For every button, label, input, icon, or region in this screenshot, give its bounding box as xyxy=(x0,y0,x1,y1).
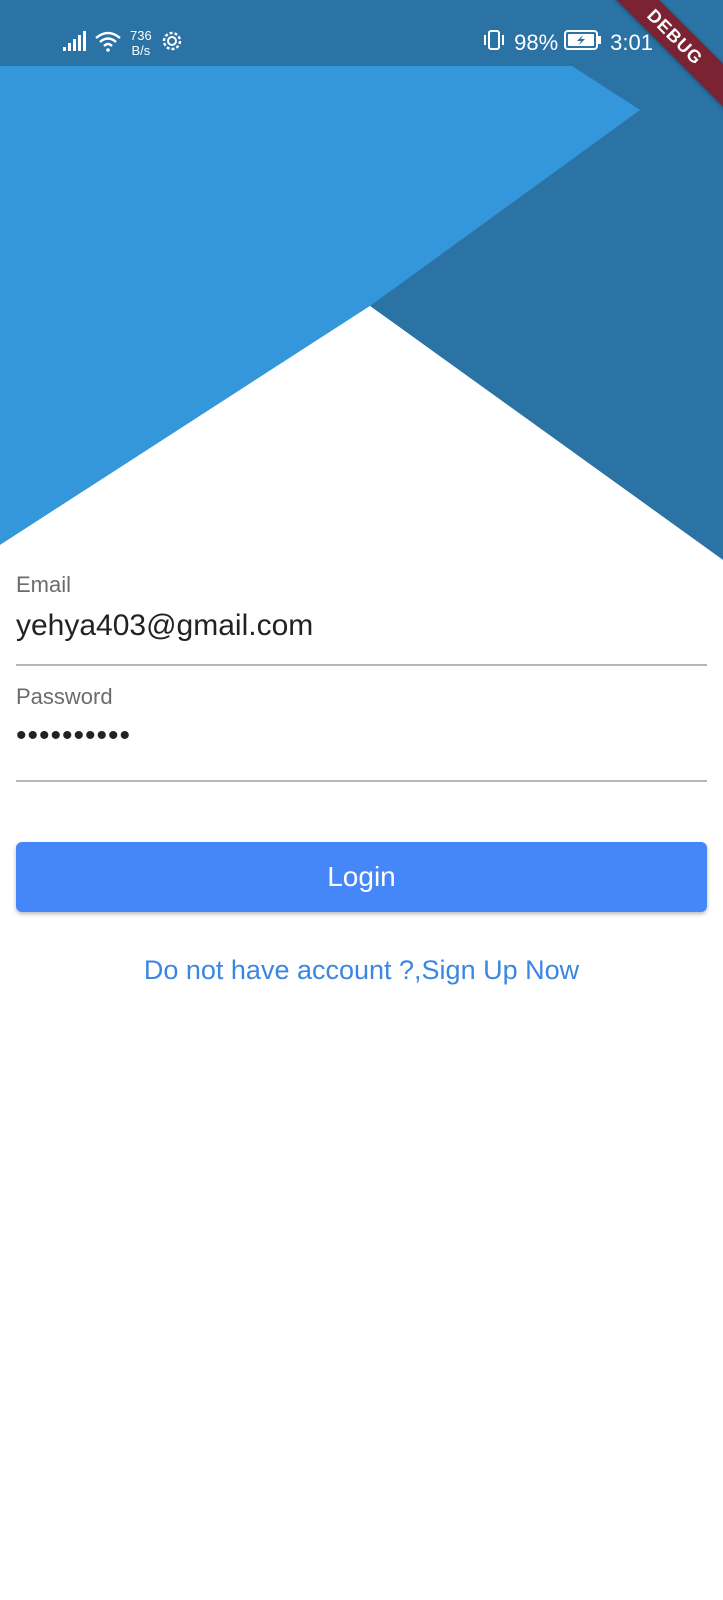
password-input[interactable]: •••••••••• xyxy=(16,716,707,756)
email-input[interactable]: yehya403@gmail.com xyxy=(16,606,707,646)
gear-icon xyxy=(161,30,183,57)
network-speed-unit: B/s xyxy=(131,43,151,58)
signup-link[interactable]: Do not have account ?,Sign Up Now xyxy=(0,950,723,990)
status-bar-left: 736 B/s xyxy=(62,26,191,60)
status-time: 3:01 xyxy=(610,30,653,55)
vibrate-icon xyxy=(482,29,506,57)
header-background xyxy=(0,0,723,560)
network-speed-value: 736 xyxy=(130,28,152,43)
login-screen: 736 B/s 98% 3:01 DEBUG Email yehya403@gm… xyxy=(0,0,723,1600)
battery-percent: 98% xyxy=(514,30,559,55)
email-field[interactable]: Email yehya403@gmail.com xyxy=(16,566,707,666)
email-label: Email xyxy=(16,572,72,597)
network-speed: 736 B/s xyxy=(130,28,152,58)
battery-charging-icon xyxy=(564,29,602,57)
wifi-icon xyxy=(94,30,122,57)
status-bar: 736 B/s 98% 3:01 xyxy=(0,0,723,66)
status-bar-right: 98% 3:01 xyxy=(482,26,659,60)
password-label: Password xyxy=(16,684,113,709)
login-button[interactable]: Login xyxy=(16,842,707,912)
signal-icon xyxy=(62,30,86,57)
login-form: Email yehya403@gmail.com Password ••••••… xyxy=(16,566,707,782)
password-field[interactable]: Password •••••••••• xyxy=(16,684,707,782)
